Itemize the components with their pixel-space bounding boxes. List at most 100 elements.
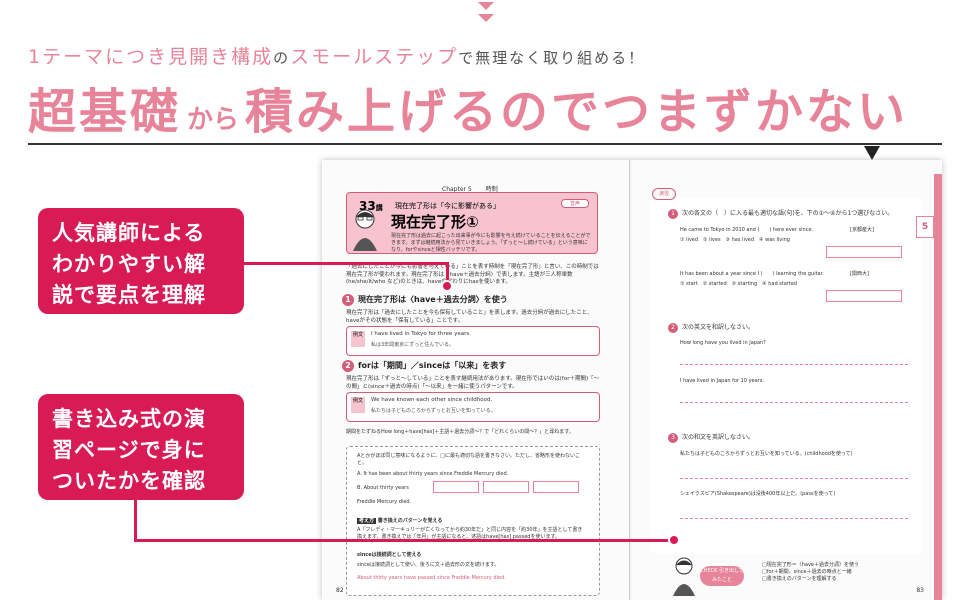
example-box: 例文 I have lived in Tokyo for three years… <box>346 326 600 356</box>
check-item: □for＋期間、since＋過去の時点と一緒 <box>762 569 852 575</box>
check-item: □現在完了形＝〈have＋過去分詞〉を使う <box>762 562 860 568</box>
pink-edge <box>934 174 942 600</box>
answer-field[interactable] <box>483 481 529 493</box>
section-2-desc: 現在完了形は「ずっと〜している」ことを表す継続用法があります。現在形ではいのは(… <box>346 376 600 390</box>
answer-line[interactable] <box>680 518 908 519</box>
hint-title: 考え方 書き換えのパターンを覚える <box>357 517 442 524</box>
check-badge: CHECK 引き出してみたこと <box>700 566 744 586</box>
callout-exercise: 書き込み式の演 習ページで身に ついたかを確認 <box>38 394 244 500</box>
example-box: 例文 We have known each other since childh… <box>346 392 600 422</box>
answer-box[interactable] <box>826 290 902 302</box>
lesson-text: 現在完了形は過去に起こった出来事が今にも影響を与え続けていることを伝えることがで… <box>391 233 591 253</box>
question-1b: It has been about a year since I ( ) lea… <box>680 271 824 277</box>
headline: 超基礎 から 積み上げるのでつまずかない <box>28 72 908 142</box>
divider <box>28 143 942 145</box>
callout-line: わかりやすい解 <box>52 252 206 276</box>
check-item: □書き換えのパターンを理解する <box>762 576 837 582</box>
audio-badge: 音声 <box>561 199 589 208</box>
tagline-part: 1テーマにつき見開き構成 <box>28 46 274 68</box>
section-1-desc: 現在完了形は「過去にしたことを今も保有していること」を表します。過去分詞が過去に… <box>346 310 593 324</box>
tagline: 1テーマにつき見開き構成のスモールステップで無理なく取り組める！ <box>28 42 645 69</box>
lesson-number-value: 33 <box>359 199 376 213</box>
question-2-title: 2 次の英文を和訳しなさい。 <box>668 322 754 333</box>
teacher-illustration-icon <box>673 557 695 596</box>
exercise-intro: Aとかがほぼ同じ意味になるように、□に最も適切な語を書きなさい。ただし、省略形を… <box>357 453 580 466</box>
connector-dot <box>668 534 680 546</box>
question-source: [京都産大] <box>850 227 874 233</box>
callout-line: 人気講師による <box>52 221 206 245</box>
exercise-box: Aとかがほぼ同じ意味になるように、□に最も適切な語を書きなさい。ただし、省略形を… <box>346 446 600 596</box>
answer-line[interactable] <box>680 402 908 403</box>
down-arrow-icon <box>478 2 494 10</box>
callout-line: 習ページで身に <box>52 438 206 462</box>
headline-part: 積み上げるのでつまずかない <box>245 84 909 140</box>
example-tag: 例文 <box>351 331 365 347</box>
tagline-part: の <box>273 49 291 67</box>
page-number: 82 <box>336 587 344 594</box>
question-3b: シェイクスピア(Shakespeare)は没後400年以上だ。(passを使って… <box>680 491 836 497</box>
callout-line: 書き込み式の演 <box>52 407 206 431</box>
example-english: We have known each other since childhood… <box>371 397 493 403</box>
question-3-title: 3 次の和文を英訳しなさい。 <box>668 432 754 443</box>
page-number: 83 <box>916 587 924 594</box>
example-japanese: 私は3年間東京にずっと住んでいる。 <box>371 342 454 348</box>
lesson-title: 現在完了形① <box>391 213 479 231</box>
chapter-tab: 5 <box>916 216 934 238</box>
teacher-illustration-icon <box>353 209 377 251</box>
question-2b: I have lived in Japan for 10 years. <box>680 378 764 384</box>
exercise-a: A. It has been about thirty years since … <box>357 471 509 477</box>
exercise-badge: 演習 <box>652 188 676 200</box>
exercise-card: 1 次の各文の（ ）に入る最も適切な語(句)を、下の①〜④から1つ選びなさい。 H… <box>650 198 922 554</box>
triangle-down-icon <box>864 146 880 160</box>
tagline-part: で無理なく取り組める！ <box>458 49 646 67</box>
question-1-title: 1 次の各文の（ ）に入る最も適切な語(句)を、下の①〜④から1つ選びなさい。 <box>668 208 893 219</box>
check-area: CHECK 引き出してみたこと □現在完了形＝〈have＋過去分詞〉を使う □f… <box>672 556 922 596</box>
example-japanese: 私たちは子どものころからずっとお互いを知っている。 <box>371 408 496 414</box>
down-arrow-icon <box>478 14 494 22</box>
hint-label: 考え方 <box>357 518 377 524</box>
left-page: Chapter 5 時制 33講 現在完了形は「今に影響がある」 現在完了形① 音… <box>322 160 630 600</box>
headline-part: から <box>187 105 240 135</box>
answer-line: About thirty years have passed since Fre… <box>357 575 506 581</box>
section-1-title: 1 現在完了形は〈have＋過去分詞〉を使う <box>342 294 508 306</box>
question-3a: 私たちは子どものころからずっとお互いを知っている。(childhoodを使って) <box>680 451 853 457</box>
tagline-part: スモールステップ <box>290 46 459 68</box>
hint2-text: sinceは接続詞として使い、後ろに文＋過去形の文を続けます。 <box>357 562 500 568</box>
connector-line <box>244 262 447 265</box>
connector-dot <box>441 280 453 292</box>
intro-text: 「過去にしたことが今にも影響を与えている」ことを表す時制を「現在完了形」と言い、… <box>346 264 599 285</box>
answer-line[interactable] <box>680 478 908 479</box>
section-note: 期間をたずねるHow long＋have[has]＋主語＋過去分詞〜？で「どれく… <box>346 429 574 435</box>
connector-line <box>134 539 674 542</box>
callout-explanation: 人気講師による わかりやすい解 説で要点を理解 <box>38 208 244 314</box>
callout-line: 説で要点を理解 <box>52 283 206 307</box>
check-list: □現在完了形＝〈have＋過去分詞〉を使う □for＋期間、since＋過去の時… <box>762 562 859 583</box>
exercise-b2: Freddie Mercury died. <box>357 499 412 505</box>
book-spread: Chapter 5 時制 33講 現在完了形は「今に影響がある」 現在完了形① 音… <box>322 160 942 600</box>
answer-box[interactable] <box>826 246 902 258</box>
right-page: 1 次の各文の（ ）に入る最も適切な語(句)を、下の①〜④から1つ選びなさい。 H… <box>632 160 942 600</box>
lesson-theme: 現在完了形は「今に影響がある」 <box>395 202 500 210</box>
lesson-unit: 講 <box>375 204 383 212</box>
lesson-number: 33講 <box>359 199 383 213</box>
question-1a: He came to Tokyo in 2010 and ( ) here ev… <box>680 227 814 233</box>
question-1b-options: ① start ② started ③ starting ④ had start… <box>680 281 798 287</box>
example-tag: 例文 <box>351 397 365 413</box>
answer-field[interactable] <box>533 481 579 493</box>
question-2a: How long have you lived in Japan? <box>680 340 766 346</box>
callout-line: ついたかを確認 <box>52 469 206 493</box>
answer-line[interactable] <box>680 364 908 365</box>
hint-title-text: 書き換えのパターンを覚える <box>377 518 443 524</box>
connector-line <box>134 500 137 542</box>
section-title-text: 現在完了形は〈have＋過去分詞〉を使う <box>358 295 508 304</box>
lesson-header: 33講 現在完了形は「今に影響がある」 現在完了形① 音声 現在完了形は過去に起… <box>346 192 598 254</box>
example-english: I have lived in Tokyo for three years. <box>371 331 471 337</box>
section-title-text: forは「期間」／sinceは「以来」を表す <box>358 361 507 370</box>
question-title-text: 次の和文を英訳しなさい。 <box>682 434 755 441</box>
headline-part: 超基礎 <box>28 84 182 140</box>
section-2-title: 2 forは「期間」／sinceは「以来」を表す <box>342 360 506 372</box>
question-source: [関西大] <box>850 271 869 277</box>
answer-field[interactable] <box>433 481 479 493</box>
hint2-title: sinceは接続詞として使える <box>357 552 422 558</box>
question-title-text: 次の英文を和訳しなさい。 <box>682 324 755 331</box>
